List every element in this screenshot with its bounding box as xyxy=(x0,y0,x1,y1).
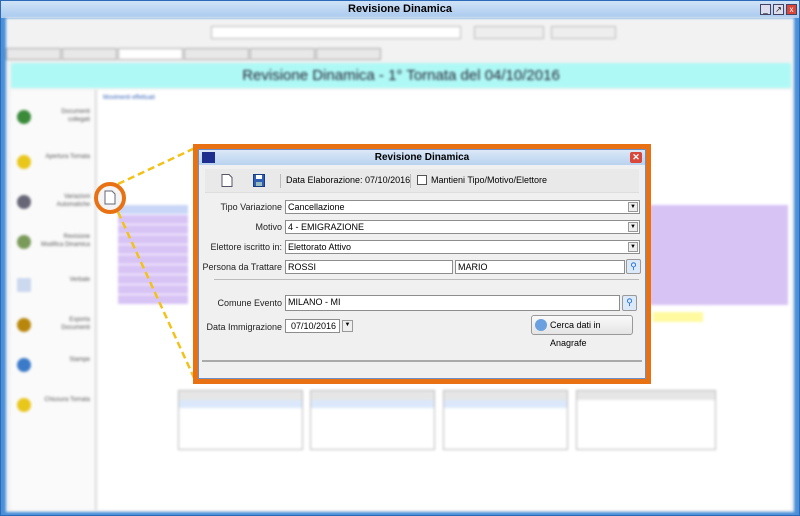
separator xyxy=(280,174,281,188)
dialog-close-button[interactable]: ✕ xyxy=(630,152,642,163)
revisione-dialog: Revisione Dinamica ✕ Data Elaborazione: … xyxy=(198,149,646,379)
dialog-title: Revisione Dinamica xyxy=(374,152,470,163)
new-document-icon[interactable] xyxy=(104,190,116,205)
motivo-select[interactable]: 4 - EMIGRAZIONE ▼ xyxy=(285,220,640,234)
data-elaborazione: Data Elaborazione: 07/10/2016 xyxy=(286,175,411,185)
separator xyxy=(410,174,411,188)
save-icon[interactable] xyxy=(253,174,265,187)
chevron-down-icon[interactable]: ▼ xyxy=(628,222,638,232)
cognome-input[interactable]: ROSSI xyxy=(285,260,453,274)
calendar-dropdown-icon[interactable]: ▼ xyxy=(342,320,353,332)
tipo-variazione-label: Tipo Variazione xyxy=(220,202,282,212)
chevron-down-icon[interactable]: ▼ xyxy=(628,242,638,252)
elettore-value: Elettorato Attivo xyxy=(288,242,352,252)
cerca-anagrafe-button[interactable]: Cerca dati in Anagrafe xyxy=(531,315,633,348)
elettore-select[interactable]: Elettorato Attivo ▼ xyxy=(285,240,640,254)
data-immigrazione-label: Data Immigrazione xyxy=(206,322,282,332)
dialog-titlebar: Revisione Dinamica ✕ xyxy=(199,150,645,165)
callout-line xyxy=(117,146,196,186)
nome-input[interactable]: MARIO xyxy=(455,260,625,274)
mantieni-checkbox[interactable] xyxy=(417,175,427,185)
elettore-label: Elettore iscritto in: xyxy=(210,242,282,252)
mantieni-label: Mantieni Tipo/Motivo/Elettore xyxy=(431,175,548,185)
app-icon xyxy=(202,152,215,163)
tipo-variazione-value: Cancellazione xyxy=(288,202,345,212)
comune-input[interactable]: MILANO - MI xyxy=(285,295,620,311)
motivo-value: 4 - EMIGRAZIONE xyxy=(288,222,365,232)
status-bar xyxy=(202,360,642,376)
search-anagrafe-icon xyxy=(535,319,547,331)
search-persona-button[interactable]: ⚲ xyxy=(626,259,641,274)
new-icon[interactable] xyxy=(221,174,233,187)
motivo-label: Motivo xyxy=(255,222,282,232)
separator xyxy=(214,279,639,280)
tipo-variazione-select[interactable]: Cancellazione ▼ xyxy=(285,200,640,214)
search-comune-button[interactable]: ⚲ xyxy=(622,295,637,311)
callout-line xyxy=(116,211,198,383)
persona-label: Persona da Trattare xyxy=(202,262,282,272)
comune-label: Comune Evento xyxy=(217,298,282,308)
dialog-toolbar: Data Elaborazione: 07/10/2016 Mantieni T… xyxy=(205,169,639,193)
cerca-anagrafe-label: Cerca dati in Anagrafe xyxy=(550,320,601,348)
data-immigrazione-input[interactable]: 07/10/2016 xyxy=(285,319,340,333)
chevron-down-icon[interactable]: ▼ xyxy=(628,202,638,212)
